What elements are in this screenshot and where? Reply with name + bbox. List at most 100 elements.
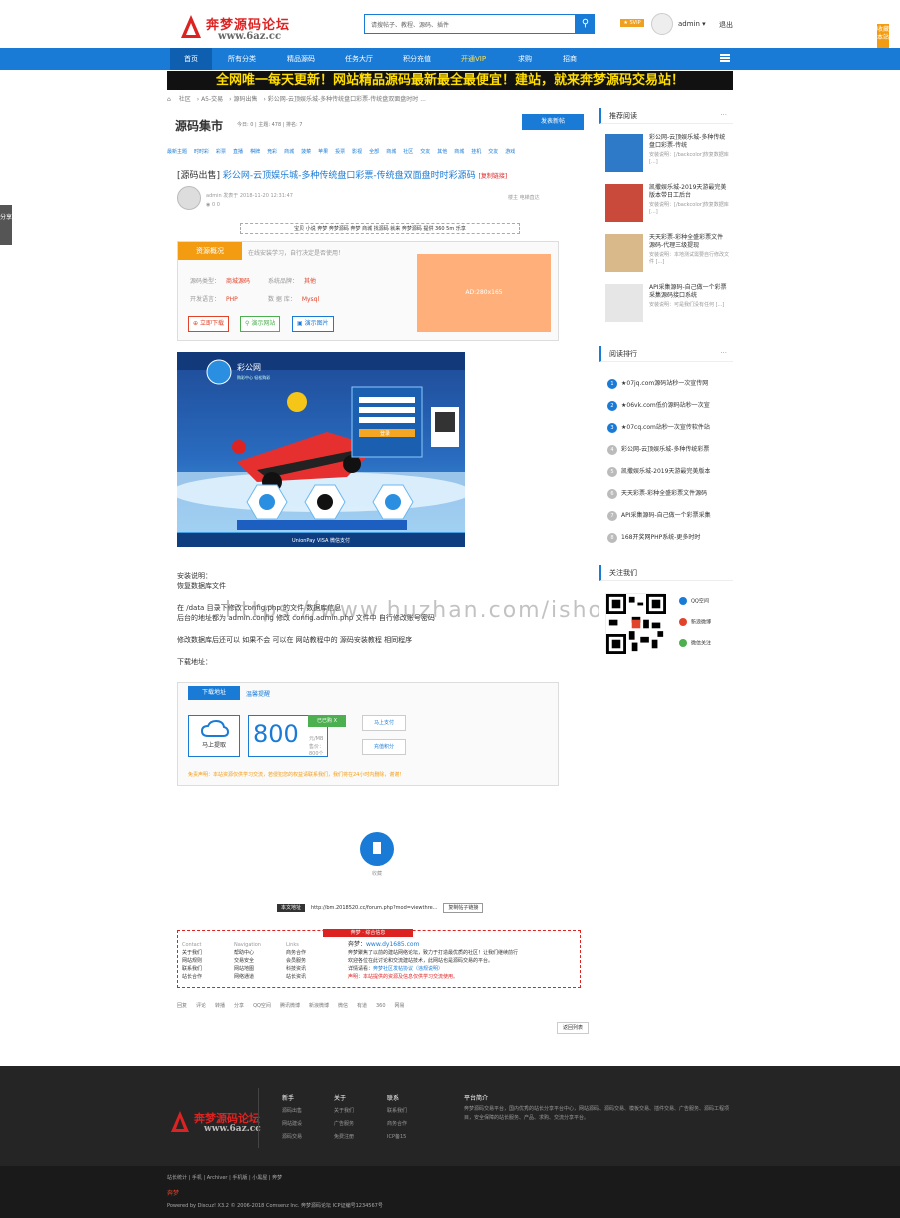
- type-filter-item[interactable]: 社区: [403, 149, 413, 155]
- demo-site-button[interactable]: ⚲ 演示网站: [240, 316, 281, 332]
- footer-link[interactable]: 源码交易: [282, 1131, 302, 1144]
- hot-item[interactable]: 4 彩公网-云顶娱乐城-多种传统彩票: [607, 444, 731, 455]
- thread-category[interactable]: [源码出售]: [177, 171, 220, 181]
- pay-now-button[interactable]: 马上支付: [362, 715, 406, 731]
- back-to-list-button[interactable]: 返回列表: [557, 1022, 589, 1034]
- hot-item[interactable]: 1 ★07jq.com源码站秒一次宣传网: [607, 378, 731, 389]
- info-link[interactable]: 奔梦社区发帖协议（违规说明）: [373, 966, 443, 972]
- info-link[interactable]: www.dy1685.com: [366, 941, 419, 948]
- copy-url-button[interactable]: 复制帖子链接: [443, 903, 484, 913]
- footer-link[interactable]: 源码出售: [282, 1105, 302, 1118]
- share-item[interactable]: 分享: [234, 1003, 244, 1009]
- download-now-button[interactable]: ⊕ 立即下载: [188, 316, 229, 332]
- footer-link[interactable]: 关于我们: [182, 949, 202, 957]
- share-item[interactable]: 微信: [338, 1003, 348, 1009]
- type-filter-item[interactable]: 彩票: [216, 149, 226, 155]
- recommend-item[interactable]: 彩公网-云顶娱乐城-多种传统盘口彩票-传统 安装说明：[/backcolor]恢…: [605, 134, 731, 174]
- breadcrumb-item[interactable]: A5-交易: [201, 96, 223, 103]
- cloud-download-button[interactable]: 马上提取: [188, 715, 240, 757]
- bottom-red-text[interactable]: 奔梦: [167, 1188, 179, 1197]
- share-item[interactable]: 回复: [177, 1003, 187, 1009]
- hot-item[interactable]: 5 凯撒娱乐城-2019天游最完美版本: [607, 466, 731, 477]
- more-icon[interactable]: ···: [720, 349, 727, 357]
- share-item[interactable]: 腾讯微博: [280, 1003, 300, 1009]
- type-filter-item[interactable]: 商城: [386, 149, 396, 155]
- nav-item-business[interactable]: 招商: [563, 48, 577, 70]
- footer-logo[interactable]: 奔梦源码论坛 www.6az.cc: [170, 1110, 261, 1138]
- username-menu[interactable]: admin ▾: [678, 20, 706, 28]
- type-filter-item[interactable]: 全部: [369, 149, 379, 155]
- hot-item[interactable]: 7 API采集源码-自己做一个彩票采集: [607, 510, 731, 521]
- source-info-tab[interactable]: 资源概况: [178, 242, 242, 260]
- nav-item-vip[interactable]: 开通VIP: [461, 48, 486, 70]
- user-avatar[interactable]: [651, 13, 673, 35]
- type-filter-item[interactable]: 投票: [335, 149, 345, 155]
- site-logo[interactable]: 奔梦源码论坛 www.6az.cc: [180, 12, 290, 44]
- recommend-item[interactable]: API采集源码-自己做一个彩票采集源码接口系统 安装说明：可是我们没有任何 [.…: [605, 284, 731, 324]
- type-filter-item[interactable]: 挂机: [471, 149, 481, 155]
- footer-link[interactable]: 网络通道: [234, 973, 261, 981]
- text-ad-row[interactable]: 宝贝 小说 奔梦 奔梦源码 奔梦 商城 找源码 就来 奔梦源码 提供 360 5…: [240, 223, 520, 234]
- footer-link[interactable]: 科技资讯: [286, 965, 306, 973]
- hot-item[interactable]: 3 ★07cq.com站秒一次宣传软件站: [607, 422, 731, 433]
- bottom-links[interactable]: 站长统计 | 手机 | Archiver | 手机版 | 小黑屋 | 奔梦: [167, 1174, 282, 1181]
- hot-item[interactable]: 6 天天彩票-彩种全盛彩票文件源码: [607, 488, 731, 499]
- author-links[interactable]: 楼主 电梯直达: [508, 194, 540, 201]
- author-avatar[interactable]: [177, 186, 201, 210]
- search-input[interactable]: 请搜帖子、教程、源码、插件: [364, 14, 576, 34]
- share-item[interactable]: 评论: [196, 1003, 206, 1009]
- type-filter-item[interactable]: 商城: [454, 149, 464, 155]
- footer-link[interactable]: 联系我们: [387, 1105, 407, 1118]
- footer-link[interactable]: 站长合作: [182, 973, 202, 981]
- nav-item-home[interactable]: 首页: [170, 48, 212, 70]
- type-filter-item[interactable]: 时时彩: [194, 149, 209, 155]
- nav-item-recharge[interactable]: 积分充值: [403, 48, 431, 70]
- bookmark-icon[interactable]: [360, 832, 394, 866]
- logout-link[interactable]: 退出: [719, 20, 733, 30]
- promo-banner[interactable]: 全网唯一每天更新！网站精品源码最新最全最便宜！建站，就来奔梦源码交易站！: [167, 71, 733, 90]
- new-post-button[interactable]: 发表新帖: [522, 114, 584, 130]
- breadcrumb-item[interactable]: 社区: [179, 96, 191, 103]
- type-filter-item[interactable]: 直播: [233, 149, 243, 155]
- share-item[interactable]: 360: [376, 1003, 386, 1009]
- copy-link[interactable]: [复制链接]: [479, 173, 508, 180]
- url-text[interactable]: http://bm.2018520.cc/forum.php?mod=viewt…: [311, 905, 437, 911]
- footer-link[interactable]: 网站规则: [182, 957, 202, 965]
- footer-link[interactable]: 会员服务: [286, 957, 306, 965]
- follow-wechat[interactable]: 微信关注: [679, 639, 711, 647]
- type-filter-item[interactable]: 最新主题: [167, 149, 187, 155]
- type-filter-item[interactable]: 菠菜: [301, 149, 311, 155]
- recharge-button[interactable]: 充值积分: [362, 739, 406, 755]
- follow-weibo[interactable]: 新浪微博: [679, 618, 711, 626]
- demo-image-button[interactable]: ▣ 演示图片: [292, 316, 334, 332]
- footer-link[interactable]: 商务合作: [387, 1118, 407, 1131]
- type-filter-item[interactable]: 其他: [437, 149, 447, 155]
- breadcrumb-item[interactable]: 源码出售: [233, 96, 257, 103]
- search-button[interactable]: ⚲: [576, 14, 595, 34]
- type-filter-item[interactable]: 游戏: [505, 149, 515, 155]
- nav-item-categories[interactable]: 所有分类: [228, 48, 256, 70]
- footer-link[interactable]: 网站地图: [234, 965, 261, 973]
- footer-link[interactable]: 交易安全: [234, 957, 261, 965]
- nav-item-wanted[interactable]: 求购: [518, 48, 532, 70]
- home-icon[interactable]: ⌂: [167, 96, 171, 103]
- footer-link[interactable]: 帮助中心: [234, 949, 261, 957]
- menu-icon[interactable]: [720, 54, 730, 62]
- post-screenshot-image[interactable]: 彩公网 购彩中心 轻松购彩 登录 UnionPay VISA 微信支付: [177, 352, 465, 547]
- footer-link[interactable]: ICP备15: [387, 1131, 407, 1144]
- footer-link[interactable]: 免费注册: [334, 1131, 354, 1144]
- type-filter-item[interactable]: 交友: [488, 149, 498, 155]
- nav-item-premium[interactable]: 精品源码: [287, 48, 315, 70]
- hot-item[interactable]: 2 ★06vk.com低价源码站秒一次宣: [607, 400, 731, 411]
- type-filter-item[interactable]: 苹果: [318, 149, 328, 155]
- type-filter-item[interactable]: 交友: [420, 149, 430, 155]
- recommend-item[interactable]: 天天彩票-彩种全盛彩票文件源码-代理三级提现 安装说明：本地测试需要自行修改文件…: [605, 234, 731, 274]
- share-item[interactable]: 有道: [357, 1003, 367, 1009]
- footer-link[interactable]: 站长资讯: [286, 973, 306, 981]
- hot-item[interactable]: 8 168开奖网PHP系统-更多时时: [607, 532, 731, 543]
- nav-item-tasks[interactable]: 任务大厅: [345, 48, 373, 70]
- type-filter-item[interactable]: 棋牌: [250, 149, 260, 155]
- recommend-item[interactable]: 凯撒娱乐城-2019天游最完美版本带日工后台 安装说明：[/backcolor]…: [605, 184, 731, 224]
- footer-link[interactable]: 联系我们: [182, 965, 202, 973]
- share-item[interactable]: QQ空间: [253, 1003, 271, 1009]
